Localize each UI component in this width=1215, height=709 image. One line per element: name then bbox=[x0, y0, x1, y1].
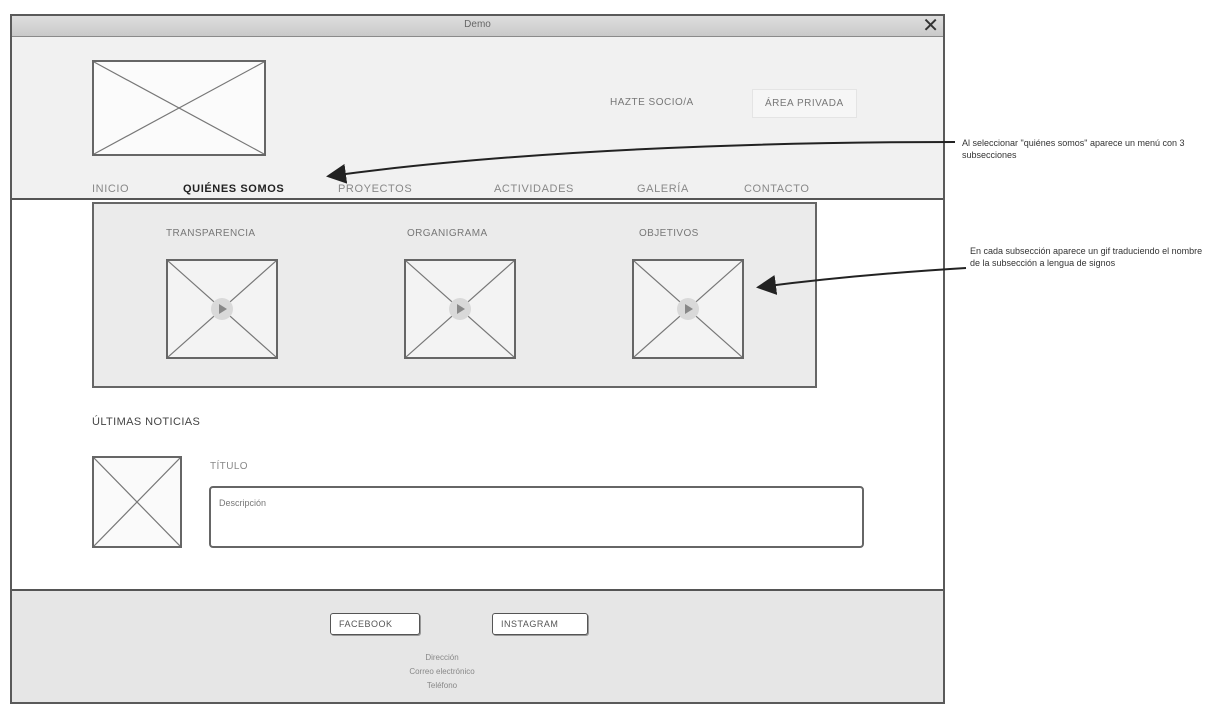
annotation-arrows bbox=[326, 141, 967, 295]
annotation-note-2: En cada subsección aparece un gif traduc… bbox=[970, 246, 1203, 268]
annotation-arrow-gif bbox=[756, 267, 967, 295]
annotation-note-1: Al seleccionar "quiénes somos" aparece u… bbox=[962, 138, 1185, 160]
annotation-arrow-submenu bbox=[326, 141, 956, 184]
